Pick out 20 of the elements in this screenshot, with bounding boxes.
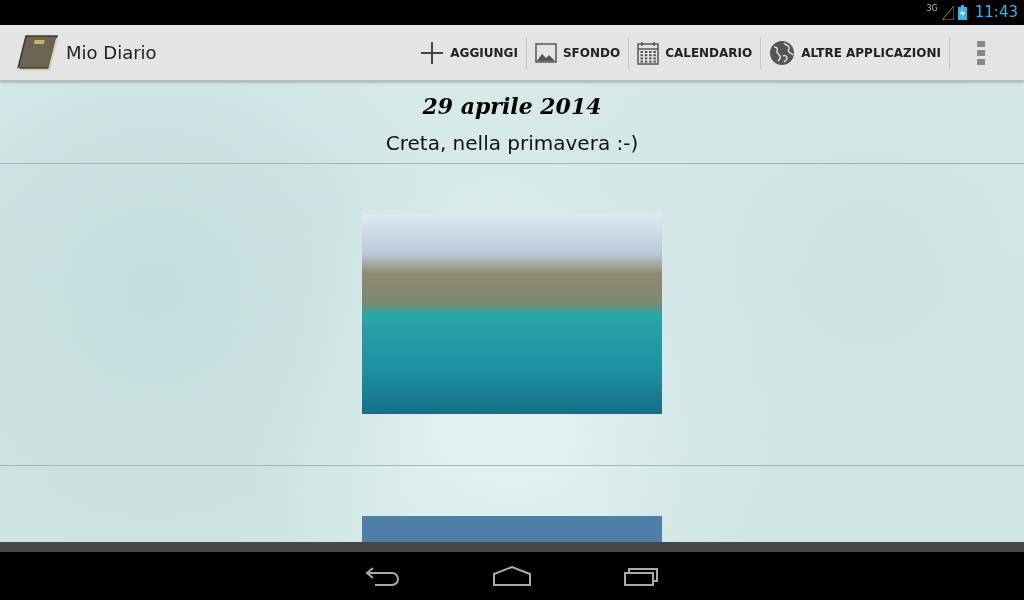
action-button[interactable]: AGGIUNGI bbox=[412, 28, 526, 77]
action-button[interactable]: SFONDO bbox=[526, 28, 629, 77]
entry-caption: Creta, nella primavera :-) bbox=[385, 131, 639, 155]
entry-date: 29 aprile 2014 bbox=[422, 93, 602, 119]
image-icon bbox=[534, 42, 557, 63]
globe-icon bbox=[769, 39, 796, 66]
recent-apps-icon bbox=[624, 566, 660, 586]
diary-book-icon bbox=[16, 34, 58, 71]
clock: 11:43 bbox=[974, 2, 1018, 24]
back-icon bbox=[365, 566, 399, 586]
action-button[interactable]: CALENDARIO bbox=[629, 28, 761, 77]
network-type: 3G bbox=[926, 3, 938, 15]
plus-icon bbox=[420, 40, 445, 65]
battery-icon bbox=[957, 5, 967, 20]
signal-icon bbox=[941, 5, 954, 20]
calendar-icon bbox=[637, 40, 660, 65]
app-title: Mio Diario bbox=[66, 41, 157, 65]
more-icon bbox=[977, 40, 985, 65]
action-button[interactable]: ALTRE APPLICAZIONI bbox=[761, 28, 949, 77]
home-icon bbox=[493, 566, 531, 586]
